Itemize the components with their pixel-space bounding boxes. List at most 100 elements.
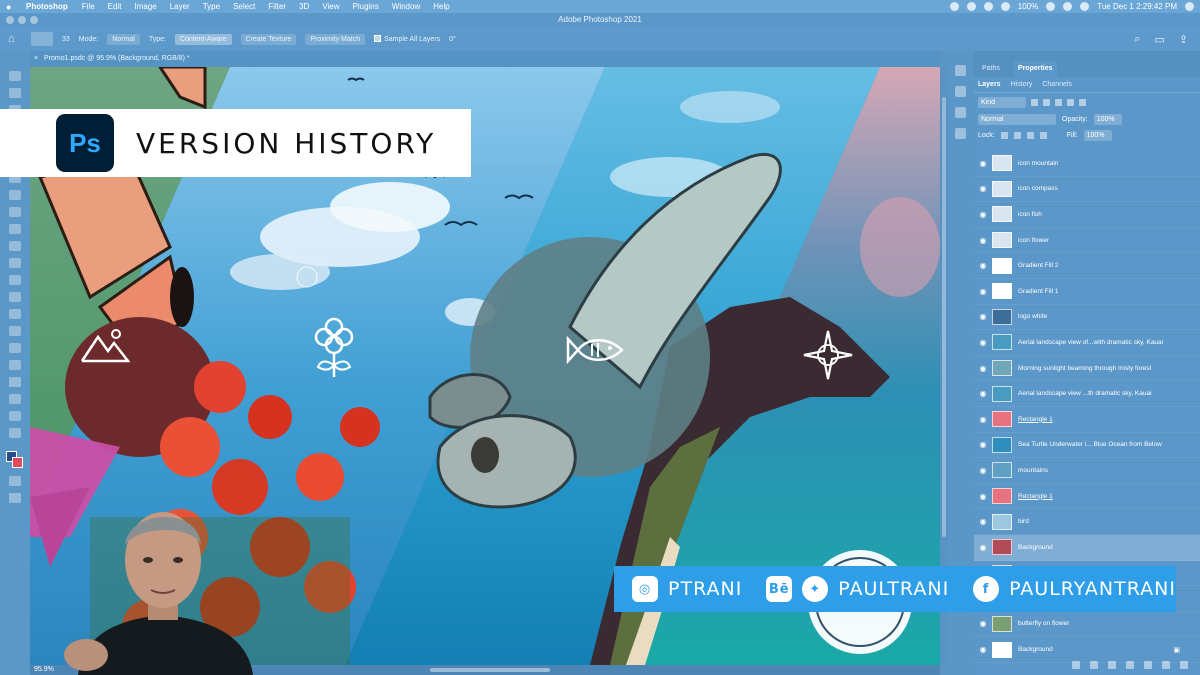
lock-all-icon[interactable] xyxy=(1039,131,1047,139)
visibility-eye-icon[interactable]: ◉ xyxy=(974,543,992,552)
layer-thumbnail[interactable] xyxy=(992,206,1012,223)
status-icon[interactable] xyxy=(983,2,993,11)
visibility-eye-icon[interactable]: ◉ xyxy=(974,236,992,245)
layer-row[interactable]: ◉ icon flower xyxy=(974,228,1200,254)
layer-row[interactable]: ◉ mountains xyxy=(974,458,1200,484)
layer-thumbnail[interactable] xyxy=(992,385,1012,402)
share-icon[interactable]: ⇪ xyxy=(1179,33,1188,46)
control-center-icon[interactable] xyxy=(1185,2,1194,11)
layer-thumbnail[interactable] xyxy=(992,615,1012,632)
scroll-thumb[interactable] xyxy=(430,668,550,672)
visibility-eye-icon[interactable]: ◉ xyxy=(974,364,992,373)
visibility-eye-icon[interactable]: ◉ xyxy=(974,619,992,628)
layer-name[interactable]: icon compass xyxy=(1018,185,1058,192)
layer-name[interactable]: Background xyxy=(1018,544,1053,551)
window-minimize-button[interactable] xyxy=(18,16,26,24)
visibility-eye-icon[interactable]: ◉ xyxy=(974,312,992,321)
zoom-tool-icon[interactable] xyxy=(9,411,21,421)
adjustment-layer-icon[interactable] xyxy=(1126,661,1134,669)
pen-tool-icon[interactable] xyxy=(9,326,21,336)
layer-row[interactable]: ◉ Aerial landscape view ...th dramatic sk… xyxy=(974,381,1200,407)
layer-row[interactable]: ◉ icon mountain xyxy=(974,151,1200,177)
sample-all-layers-checkbox[interactable]: Sample All Layers xyxy=(374,35,440,43)
menu-image[interactable]: Image xyxy=(134,2,156,11)
layer-row[interactable]: ◉ Rectangle 1 xyxy=(974,407,1200,433)
menu-view[interactable]: View xyxy=(322,2,339,11)
status-icon[interactable] xyxy=(1000,2,1010,11)
background-color-swatch[interactable] xyxy=(12,457,23,468)
tab-properties[interactable]: Properties xyxy=(1013,61,1057,77)
move-tool-icon[interactable] xyxy=(9,71,21,81)
filter-shape-icon[interactable] xyxy=(1067,98,1074,106)
hand-tool-icon[interactable] xyxy=(9,394,21,404)
search-icon[interactable] xyxy=(1080,2,1090,11)
filter-pixel-icon[interactable] xyxy=(1031,98,1038,106)
type-proximity-match[interactable]: Proximity Match xyxy=(305,33,366,45)
filter-kind-select[interactable]: Kind xyxy=(978,96,1026,108)
battery-icon[interactable] xyxy=(1046,2,1056,11)
layer-thumbnail[interactable] xyxy=(992,283,1012,300)
layer-thumbnail[interactable] xyxy=(992,411,1012,428)
opacity-field[interactable]: 100% xyxy=(1093,113,1122,125)
learn-panel-icon[interactable] xyxy=(955,65,966,76)
layer-name[interactable]: Gradient Fill 1 xyxy=(1018,288,1058,295)
layer-row[interactable]: ◉ logo white xyxy=(974,305,1200,331)
search-icon[interactable]: ⌕ xyxy=(1134,33,1140,46)
layer-thumbnail[interactable] xyxy=(992,232,1012,249)
visibility-eye-icon[interactable]: ◉ xyxy=(974,159,992,168)
tab-channels[interactable]: Channels xyxy=(1042,81,1072,88)
brush-tool-icon[interactable] xyxy=(9,207,21,217)
document-tab[interactable]: × Promo1.psdc @ 95.9% (Background, RGB/8… xyxy=(30,51,940,67)
adjustments-panel-icon[interactable] xyxy=(955,107,966,118)
more-tools-icon[interactable] xyxy=(9,428,21,438)
tab-history[interactable]: History xyxy=(1011,81,1033,88)
layer-thumbnail[interactable] xyxy=(992,257,1012,274)
layer-thumbnail[interactable] xyxy=(992,462,1012,479)
workspace-icon[interactable]: ▭ xyxy=(1154,33,1164,46)
blend-mode-select[interactable]: Normal xyxy=(978,113,1056,125)
layer-row[interactable]: ◉ Gradient Fill 1 xyxy=(974,279,1200,305)
layer-thumbnail[interactable] xyxy=(992,539,1012,556)
layer-thumbnail[interactable] xyxy=(992,360,1012,377)
layer-row[interactable]: ◉ bird xyxy=(974,509,1200,535)
menu-type[interactable]: Type xyxy=(203,2,220,11)
layer-thumbnail[interactable] xyxy=(992,513,1012,530)
menu-window[interactable]: Window xyxy=(392,2,420,11)
blur-tool-icon[interactable] xyxy=(9,292,21,302)
layer-name[interactable]: Background xyxy=(1018,646,1053,653)
layer-name[interactable]: Morning sunlight beaming through misty f… xyxy=(1018,365,1151,372)
angle-field[interactable]: 0° xyxy=(449,36,456,43)
layer-name[interactable]: Rectangle 1 xyxy=(1018,493,1053,500)
layer-name[interactable]: Gradient Fill 2 xyxy=(1018,262,1058,269)
visibility-eye-icon[interactable]: ◉ xyxy=(974,389,992,398)
dodge-tool-icon[interactable] xyxy=(9,309,21,319)
visibility-eye-icon[interactable]: ◉ xyxy=(974,517,992,526)
clone-stamp-tool-icon[interactable] xyxy=(9,224,21,234)
layer-thumbnail[interactable] xyxy=(992,641,1012,658)
menu-layer[interactable]: Layer xyxy=(170,2,190,11)
layer-row[interactable]: ◉ Morning sunlight beaming through misty … xyxy=(974,356,1200,382)
filter-smart-object-icon[interactable] xyxy=(1079,98,1086,106)
layer-row[interactable]: ◉ Background xyxy=(974,534,1200,561)
layer-thumbnail[interactable] xyxy=(992,308,1012,325)
history-panel-icon[interactable] xyxy=(955,128,966,139)
menu-help[interactable]: Help xyxy=(433,2,449,11)
layer-row[interactable]: ◉ butterfly on flower xyxy=(974,612,1200,638)
layer-row[interactable]: ◉ Rectangle 1 xyxy=(974,484,1200,510)
layer-thumbnail[interactable] xyxy=(992,488,1012,505)
layer-name[interactable]: icon fish xyxy=(1018,211,1042,218)
layer-thumbnail[interactable] xyxy=(992,180,1012,197)
menu-select[interactable]: Select xyxy=(233,2,255,11)
menu-filter[interactable]: Filter xyxy=(268,2,286,11)
tab-paths[interactable]: Paths xyxy=(978,61,1004,77)
add-mask-icon[interactable] xyxy=(1108,661,1116,669)
layer-name[interactable]: butterfly on flower xyxy=(1018,620,1069,627)
filter-type-icon[interactable] xyxy=(1055,98,1062,106)
layer-name[interactable]: Aerial landscape view ...th dramatic sky… xyxy=(1018,390,1152,397)
type-tool-icon[interactable] xyxy=(9,343,21,353)
type-content-aware[interactable]: Content-Aware xyxy=(174,33,232,45)
lock-position-icon[interactable] xyxy=(1026,131,1034,139)
marquee-tool-icon[interactable] xyxy=(9,88,21,98)
menu-file[interactable]: File xyxy=(82,2,95,11)
layer-name[interactable]: mountains xyxy=(1018,467,1048,474)
